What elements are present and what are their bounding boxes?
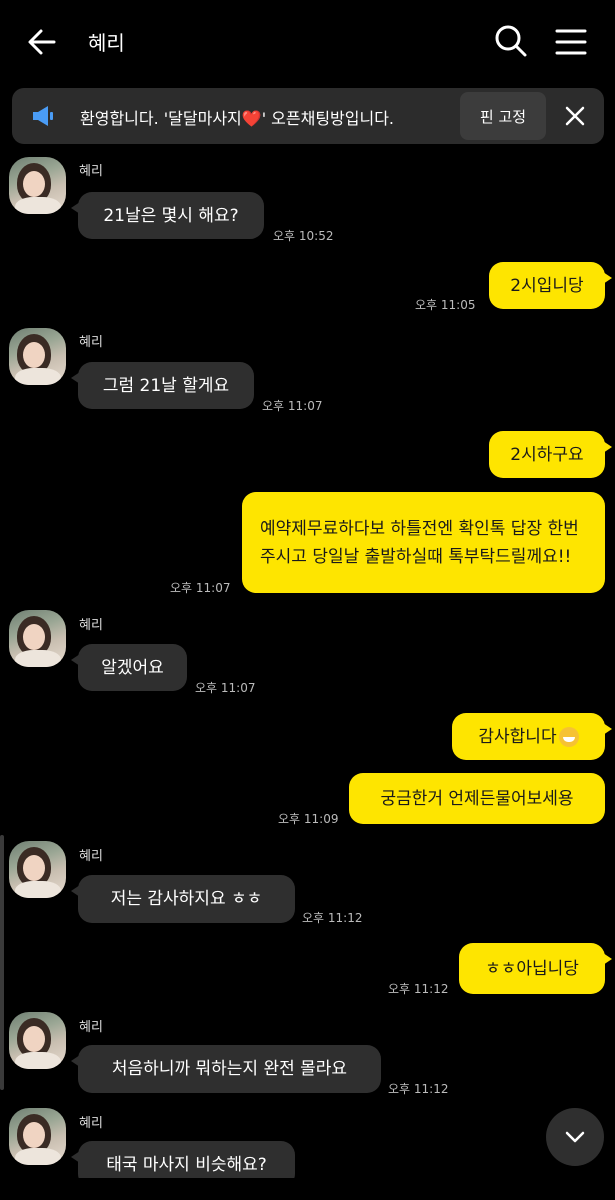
message-bubble[interactable]: 저는 감사하지요 ㅎㅎ (71, 875, 295, 923)
avatar[interactable] (9, 610, 66, 667)
message-bubble[interactable]: ㅎㅎ아닙니당 (459, 943, 612, 994)
sender-name: 혜리 (79, 849, 103, 864)
message-bubble[interactable]: 알겠어요 (71, 644, 187, 691)
sender-name: 혜리 (79, 164, 103, 179)
message-bubble[interactable]: 감사합니다 (452, 713, 612, 760)
close-icon (565, 106, 585, 126)
megaphone-icon (33, 106, 53, 126)
message-time: 오후 11:12 (388, 982, 449, 996)
search-icon (495, 25, 527, 57)
message-time: 오후 11:12 (388, 1082, 449, 1096)
avatar[interactable] (9, 157, 66, 214)
sender-name: 혜리 (79, 1020, 103, 1035)
back-arrow-icon (28, 29, 56, 55)
message-bubble[interactable]: 궁금한거 언제든물어보세용 (349, 773, 605, 824)
grin-emoji-icon (558, 726, 579, 747)
chevron-down-icon (565, 1131, 585, 1143)
menu-icon (555, 29, 587, 55)
message-bubble[interactable]: 2시하구요 (489, 431, 612, 478)
message-time: 오후 10:52 (273, 229, 334, 243)
sender-name: 혜리 (79, 335, 103, 350)
message-time: 오후 11:07 (262, 399, 323, 413)
avatar[interactable] (9, 841, 66, 898)
message-bubble[interactable]: 2시입니당 (489, 262, 612, 309)
message-bubble[interactable]: 그럼 21날 할게요 (71, 362, 254, 409)
message-bubble[interactable]: 처음하니까 뭐하는지 완전 몰라요 (71, 1045, 381, 1093)
scroll-down-button[interactable] (546, 1108, 604, 1166)
message-text: 감사합니다 (478, 726, 557, 747)
bottom-bar (0, 1178, 615, 1200)
sender-name: 혜리 (79, 1116, 103, 1131)
message-time: 오후 11:09 (278, 812, 339, 826)
avatar[interactable] (9, 1108, 66, 1165)
notice-text: 환영합니다. '달달마사지❤️' 오픈채팅방입니다. (80, 109, 395, 128)
sender-name: 혜리 (79, 618, 103, 633)
avatar[interactable] (9, 328, 66, 385)
message-time: 오후 11:12 (302, 911, 363, 925)
menu-button[interactable] (553, 24, 589, 60)
message-time: 오후 11:07 (170, 581, 231, 595)
scrollbar[interactable] (0, 835, 4, 1090)
message-time: 오후 11:07 (195, 681, 256, 695)
avatar[interactable] (9, 1012, 66, 1069)
message-time: 오후 11:05 (415, 298, 476, 312)
notice-banner[interactable]: 환영합니다. '달달마사지❤️' 오픈채팅방입니다. 핀 고정 (12, 88, 604, 144)
message-bubble[interactable]: 21날은 몇시 해요? (71, 192, 264, 239)
close-notice-button[interactable] (562, 103, 588, 129)
pin-button[interactable]: 핀 고정 (460, 92, 546, 140)
message-bubble[interactable]: 예약제무료하다보 하틀전엔 확인톡 답장 한번주시고 당일날 출발하실때 톡부탁… (242, 492, 605, 593)
search-button[interactable] (492, 22, 530, 60)
top-bar: 혜리 (0, 0, 615, 84)
back-button[interactable] (22, 22, 62, 62)
chat-title: 혜리 (88, 31, 125, 55)
